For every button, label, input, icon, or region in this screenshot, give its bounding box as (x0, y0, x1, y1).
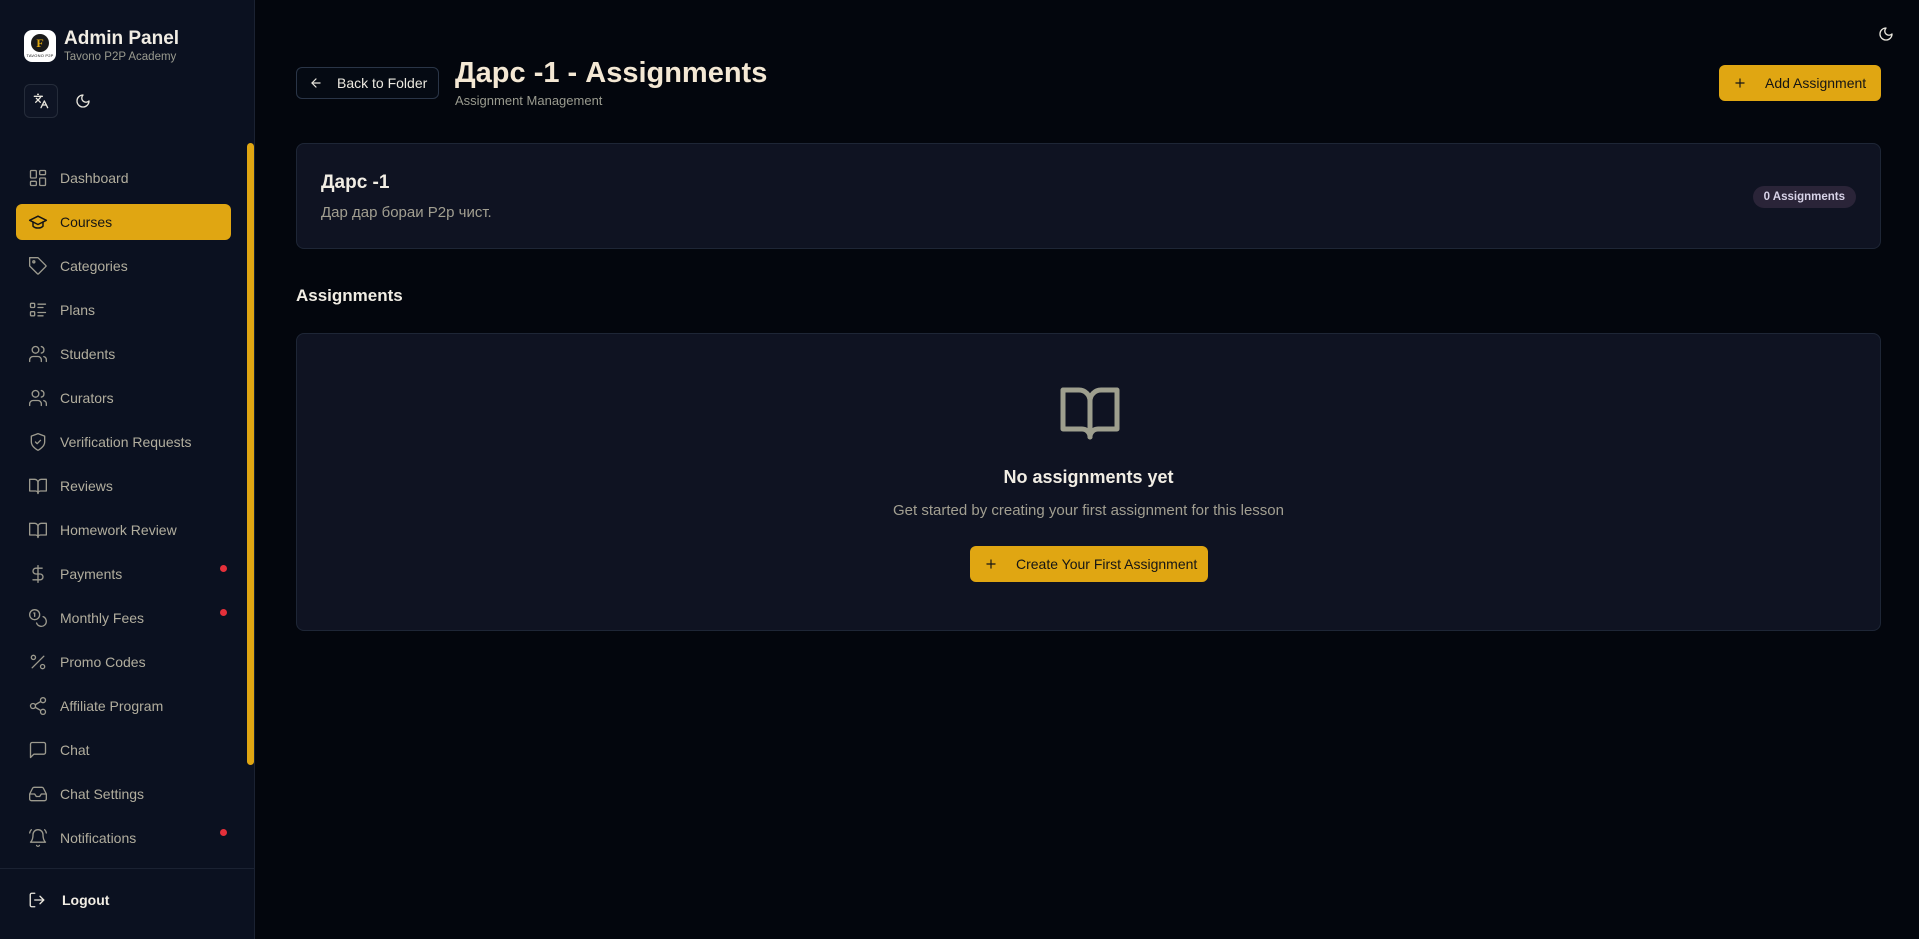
dollar-icon (32, 565, 44, 583)
sidebar-item-notifications[interactable]: Notifications (16, 820, 231, 856)
sidebar-item-label: Payments (60, 566, 123, 582)
plus-icon (986, 559, 996, 569)
sidebar-item-label: Plans (60, 302, 96, 318)
sidebar-item-label: Monthly Fees (60, 610, 145, 626)
graduation-cap-icon (28, 215, 48, 229)
page-subtitle: Assignment Management (455, 93, 603, 108)
book-open-icon (1060, 387, 1120, 440)
sidebar-item-courses[interactable]: Courses (16, 204, 231, 240)
sidebar-scrollbar[interactable] (247, 143, 254, 765)
assignment-count-badge: 0 Assignments (1752, 186, 1856, 208)
add-assignment-label: Add Assignment (1765, 75, 1867, 91)
sidebar-item-label: Verification Requests (60, 434, 192, 450)
logout-button[interactable]: Logout (28, 891, 109, 909)
back-to-folder-button[interactable]: Back to Folder (296, 67, 439, 99)
inbox-icon (29, 786, 47, 802)
sidebar-item-students[interactable]: Students (16, 336, 231, 372)
book-icon (29, 478, 47, 495)
sidebar-item-label: Notifications (60, 830, 137, 846)
sidebar-item-label: Curators (60, 390, 114, 406)
sidebar-item-homework-review[interactable]: Homework Review (16, 512, 231, 548)
create-first-assignment-label: Create Your First Assignment (1016, 556, 1198, 572)
users-icon (29, 345, 48, 363)
lesson-description: Дар дар бораи P2p чист. (321, 204, 492, 221)
dashboard-icon (29, 169, 47, 187)
back-to-folder-label: Back to Folder (337, 75, 428, 91)
brand-logo-letter: F (31, 34, 49, 52)
empty-state-card: No assignments yet Get started by creati… (296, 333, 1881, 631)
message-square-icon (29, 741, 47, 759)
notification-dot (220, 829, 227, 836)
sidebar-item-chat-settings[interactable]: Chat Settings (16, 776, 231, 812)
book-icon (29, 522, 47, 539)
moon-icon (1879, 27, 1893, 41)
brand-logo-text: TAVONO P2P (26, 53, 54, 58)
logout-label: Logout (62, 892, 110, 908)
sidebar-item-affiliate-program[interactable]: Affiliate Program (16, 688, 231, 724)
tag-icon (29, 257, 47, 275)
brand-logo: F TAVONO P2P (24, 30, 56, 62)
plus-icon (1735, 78, 1745, 88)
sidebar-item-label: Homework Review (60, 522, 177, 538)
sidebar-item-categories[interactable]: Categories (16, 248, 231, 284)
bell-icon (29, 829, 47, 848)
notification-dot (220, 565, 227, 572)
sidebar-item-monthly-fees[interactable]: Monthly Fees (16, 600, 231, 636)
share-icon (29, 697, 47, 715)
sidebar-item-label: Chat (60, 742, 90, 758)
sidebar-item-label: Reviews (60, 478, 113, 494)
sidebar-item-label: Courses (60, 214, 113, 230)
language-button[interactable] (24, 84, 58, 118)
empty-state-title: No assignments yet (1003, 467, 1174, 487)
empty-state-description: Get started by creating your first assig… (892, 502, 1284, 519)
sidebar-item-label: Categories (60, 258, 128, 274)
sidebar-item-reviews[interactable]: Reviews (16, 468, 231, 504)
sidebar-item-payments[interactable]: Payments (16, 556, 231, 592)
sidebar-item-curators[interactable]: Curators (16, 380, 231, 416)
lesson-card: Дарс -1 Дар дар бораи P2p чист. 0 Assign… (296, 143, 1881, 249)
brand: F TAVONO P2P Admin Panel Tavono P2P Acad… (24, 28, 179, 64)
arrow-left-icon (311, 78, 321, 88)
users-icon (29, 389, 48, 407)
theme-button[interactable] (66, 84, 100, 118)
sidebar: F TAVONO P2P Admin Panel Tavono P2P Acad… (0, 0, 255, 939)
sidebar-item-label: Students (60, 346, 116, 362)
sidebar-item-label: Dashboard (60, 170, 129, 186)
sidebar-item-promo-codes[interactable]: Promo Codes (16, 644, 231, 680)
percent-icon (30, 654, 46, 670)
translate-icon (33, 93, 49, 109)
sidebar-item-dashboard[interactable]: Dashboard (16, 160, 231, 196)
sidebar-footer: Logout (0, 868, 255, 939)
list-icon (29, 302, 47, 317)
sidebar-item-verification-requests[interactable]: Verification Requests (16, 424, 231, 460)
sidebar-item-label: Promo Codes (60, 654, 146, 670)
coins-icon (28, 609, 47, 627)
shield-check-icon (30, 433, 46, 451)
notification-dot (220, 609, 227, 616)
theme-toggle-button[interactable] (1874, 22, 1898, 46)
sidebar-item-chat[interactable]: Chat (16, 732, 231, 768)
sidebar-item-label: Affiliate Program (60, 698, 164, 714)
sidebar-item-label: Chat Settings (60, 786, 145, 802)
create-first-assignment-button[interactable]: Create Your First Assignment (970, 546, 1208, 582)
add-assignment-button[interactable]: Add Assignment (1719, 65, 1881, 101)
sidebar-item-plans[interactable]: Plans (16, 292, 231, 328)
logout-icon (29, 892, 45, 908)
assignments-section-title: Assignments (296, 286, 403, 305)
moon-icon (76, 94, 90, 108)
lesson-title: Дарс -1 (321, 172, 390, 193)
sidebar-nav: Dashboard Courses Categories Plans Stude… (16, 160, 231, 868)
brand-subtitle: Tavono P2P Academy (64, 51, 177, 63)
page-title: Дарс -1 - Assignments (455, 57, 768, 89)
brand-title: Admin Panel (64, 28, 180, 49)
